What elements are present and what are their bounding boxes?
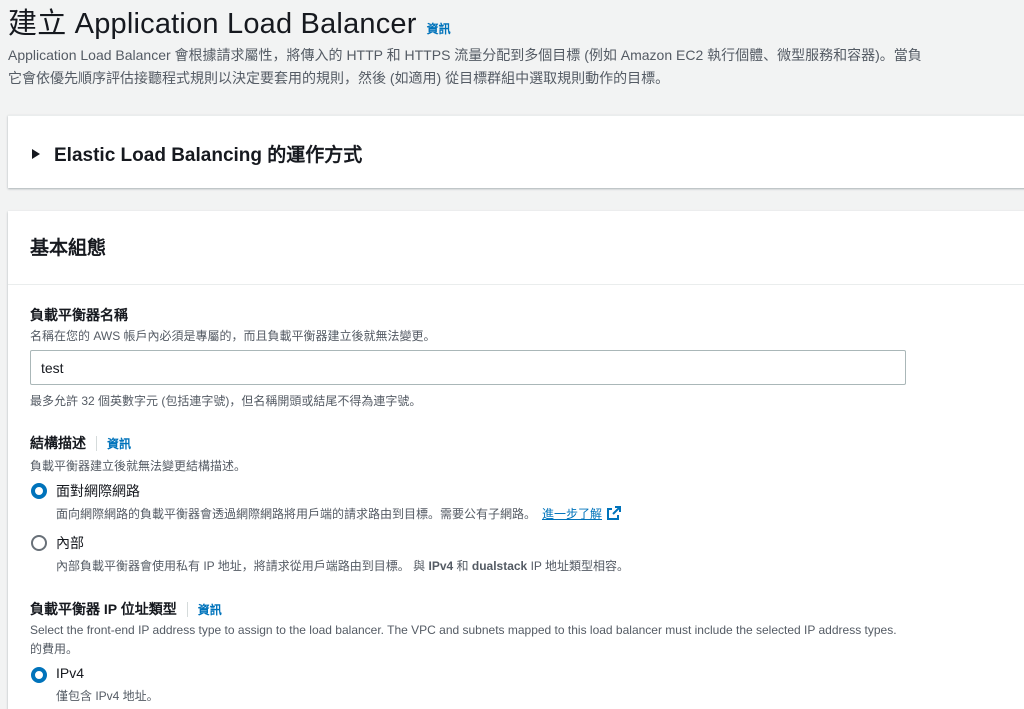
learn-more-link[interactable]: 進一步了解: [542, 507, 602, 521]
lb-name-input[interactable]: [30, 350, 906, 385]
ipv4-label[interactable]: IPv4: [56, 665, 84, 681]
lb-name-label: 負載平衡器名稱: [30, 307, 128, 323]
how-elb-works-expander[interactable]: Elastic Load Balancing 的運作方式: [8, 115, 1024, 188]
scheme-label: 結構描述: [30, 435, 86, 451]
page-description: Application Load Balancer 會根據請求屬性，將傳入的 H…: [8, 44, 1024, 90]
ip-type-info-link[interactable]: 資訊: [198, 601, 222, 618]
ip-type-description-line2: 的費用。: [30, 642, 79, 656]
internal-radio[interactable]: [31, 535, 47, 551]
page-description-line2: 它會依優先順序評估接聽程式規則以決定要套用的規則，然後 (如適用) 從目標群組中…: [8, 70, 670, 86]
ip-type-label: 負載平衡器 IP 位址類型: [30, 601, 177, 617]
scheme-description: 負載平衡器建立後就無法變更結構描述。: [30, 459, 247, 473]
page-description-line1: Application Load Balancer 會根據請求屬性，將傳入的 H…: [8, 47, 922, 63]
internal-desc-dualstack: dualstack: [471, 559, 528, 573]
external-link-icon[interactable]: [606, 505, 622, 524]
internal-desc-and: 和: [456, 559, 469, 573]
ip-type-label-row: 負載平衡器 IP 位址類型 資訊: [30, 599, 222, 619]
basic-config-panel: 基本組態 負載平衡器名稱 名稱在您的 AWS 帳戶內必須是專屬的，而且負載平衡器…: [8, 211, 1024, 709]
scheme-info-link[interactable]: 資訊: [107, 435, 131, 452]
internet-facing-description: 面向網際網路的負載平衡器會透過網際網路將用戶端的請求路由到目標。需要公有子網路。…: [56, 505, 622, 524]
scheme-label-row: 結構描述 資訊: [30, 433, 131, 453]
internal-description: 內部負載平衡器會使用私有 IP 地址，將請求從用戶端路由到目標。 與 IPv4 …: [56, 557, 629, 574]
caret-right-icon: [32, 148, 40, 159]
page-title: 建立 Application Load Balancer: [8, 8, 417, 40]
ipv4-radio[interactable]: [31, 667, 47, 683]
expander-title: Elastic Load Balancing 的運作方式: [54, 145, 363, 166]
ip-type-description-line1: Select the front-end IP address type to …: [30, 623, 897, 637]
internet-facing-description-text: 面向網際網路的負載平衡器會透過網際網路將用戶端的請求路由到目標。需要公有子網路。: [56, 507, 537, 521]
ipv4-description: 僅包含 IPv4 地址。: [56, 689, 159, 703]
label-divider: [96, 435, 97, 451]
title-info-link[interactable]: 資訊: [427, 22, 451, 36]
internal-desc-ipv4: IPv4: [428, 559, 454, 573]
basic-config-header: 基本組態: [8, 211, 1024, 285]
internet-facing-label[interactable]: 面對網際網路: [56, 481, 140, 501]
internal-desc-post: IP 地址類型相容。: [530, 559, 630, 573]
label-divider: [186, 601, 188, 617]
internal-desc-pre: 內部負載平衡器會使用私有 IP 地址，將請求從用戶端路由到目標。 與: [56, 559, 426, 573]
expander-header[interactable]: Elastic Load Balancing 的運作方式: [32, 140, 362, 167]
internal-label[interactable]: 內部: [56, 533, 84, 553]
internet-facing-radio[interactable]: [31, 483, 47, 499]
page-title-row: 建立 Application Load Balancer 資訊: [8, 0, 451, 42]
lb-name-constraint: 最多允許 32 個英數字元 (包括連字號)，但名稱開頭或結尾不得為連字號。: [30, 394, 422, 408]
lb-name-description: 名稱在您的 AWS 帳戶內必須是專屬的，而且負載平衡器建立後就無法變更。: [30, 329, 436, 343]
basic-config-title: 基本組態: [30, 238, 107, 259]
